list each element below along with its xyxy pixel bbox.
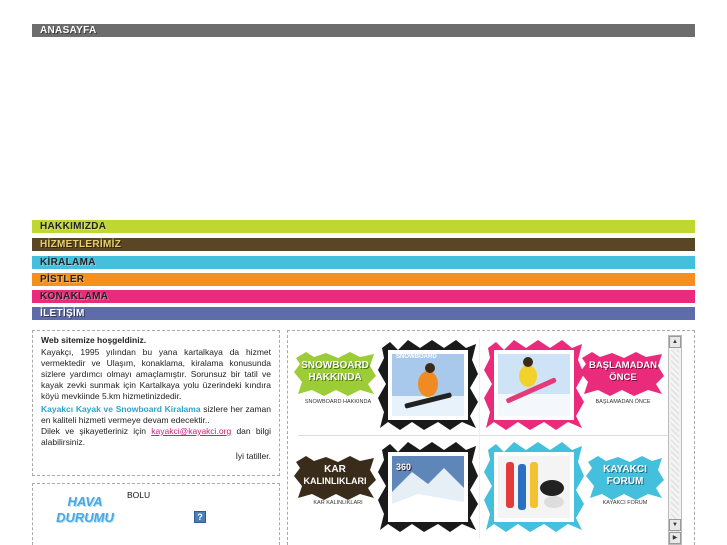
tile-forum-frame bbox=[484, 442, 584, 532]
tile-kar-badge-2: KALINLIKLARI bbox=[303, 476, 367, 486]
nav-kiralama-label: KİRALAMA bbox=[40, 257, 96, 268]
tile-baslamadan-frame bbox=[484, 340, 584, 430]
weather-box: HAVA DURUMU BOLU ? bbox=[32, 483, 280, 545]
weather-city: BOLU bbox=[127, 490, 151, 500]
scroll-up-button[interactable]: ▲ bbox=[669, 336, 681, 348]
tile-kar-caption: KAR KALINLIKLARI bbox=[313, 500, 363, 506]
welcome-paragraph-3: Dilek ve şikayetleriniz için kayakci@kay… bbox=[41, 426, 271, 448]
tile-kar-photo-label: 360 bbox=[396, 462, 412, 472]
tile-baslamadan-badge-1: BAŞLAMADAN bbox=[588, 360, 658, 371]
nav-iletisim-label: İLETİŞİM bbox=[40, 308, 85, 319]
tile-baslamadan-caption: BAŞLAMADAN ÖNCE bbox=[595, 399, 651, 405]
nav-hizmetlerimiz[interactable]: HİZMETLERİMİZ bbox=[32, 238, 695, 251]
welcome-signature: İyi tatiller. bbox=[235, 451, 271, 461]
email-link[interactable]: kayakci@kayakci.org bbox=[151, 426, 231, 436]
nav-konaklama-label: KONAKLAMA bbox=[40, 291, 109, 302]
nav-iletisim[interactable]: İLETİŞİM bbox=[32, 307, 695, 320]
tile-kayakci-forum[interactable]: KAYAKCI FORUM KAYAKCI FORUM bbox=[482, 440, 668, 540]
nav-hakkimizda-label: HAKKIMIZDA bbox=[40, 221, 107, 232]
nav-hakkimizda[interactable]: HAKKIMIZDA bbox=[32, 220, 695, 233]
kiralama-link[interactable]: Kayakcı Kayak ve Snowboard Kiralama bbox=[41, 404, 201, 414]
tile-snowboard-caption: SNOWBOARD HAKKINDA bbox=[304, 399, 372, 405]
tile-baslamadan-once[interactable]: BAŞLAMADAN ÖNCE BAŞLAMADAN ÖNCE bbox=[482, 338, 668, 434]
nav-hizmetlerimiz-label: HİZMETLERİMİZ bbox=[40, 239, 122, 250]
weather-logo-line1: HAVA bbox=[67, 494, 103, 509]
weather-unknown-icon: ? bbox=[194, 511, 206, 523]
tile-snowboard-badge-1: SNOWBOARD bbox=[301, 360, 369, 371]
tile-kar-frame bbox=[378, 442, 478, 532]
tile-kar-kalinliklari[interactable]: 360 KAR KALINLIKLARI KAR KALINLIKLARI bbox=[292, 440, 480, 540]
weather-logo-line2: DURUMU bbox=[56, 510, 114, 525]
weather-logo: HAVA DURUMU bbox=[47, 494, 123, 534]
weather-icon-glyph: ? bbox=[197, 512, 203, 522]
tile-forum-badge-1: KAYAKCI bbox=[603, 464, 647, 475]
nav-pistler[interactable]: PİSTLER bbox=[32, 273, 695, 286]
tile-snowboard-photo-label: SNOWBOARD bbox=[396, 354, 437, 360]
tile-baslamadan-badge-2: ÖNCE bbox=[609, 372, 637, 383]
tile-snowboard-badge-2: HAKKINDA bbox=[308, 372, 362, 383]
nav-konaklama[interactable]: KONAKLAMA bbox=[32, 290, 695, 303]
nav-home-label: ANASAYFA bbox=[40, 25, 97, 36]
scroll-track[interactable] bbox=[671, 350, 679, 532]
scroll-down-button[interactable]: ▼ bbox=[669, 519, 681, 531]
tile-forum-caption: KAYAKCI FORUM bbox=[602, 500, 648, 506]
welcome-title: Web sitemize hoşgeldiniz. bbox=[41, 335, 147, 345]
welcome-paragraph-2: Kayakcı Kayak ve Snowboard Kiralama sizl… bbox=[41, 404, 271, 426]
weather-widget: BOLU ? bbox=[125, 488, 273, 540]
gallery-scrollbar[interactable]: ▲ ▼ ▶ bbox=[668, 335, 682, 545]
welcome-box: Web sitemize hoşgeldiniz. Kayakçı, 1995 … bbox=[32, 330, 280, 476]
tile-snowboard-hakkinda[interactable]: SNOWBOARD SNOWBOARD HAKKINDA SNOWBOARD H… bbox=[292, 338, 480, 434]
welcome-paragraph-1: Kayakçı, 1995 yılından bu yana kartalkay… bbox=[41, 347, 271, 401]
tile-forum-badge-2: FORUM bbox=[606, 476, 644, 487]
nav-kiralama[interactable]: KİRALAMA bbox=[32, 256, 695, 269]
nav-pistler-label: PİSTLER bbox=[40, 274, 85, 285]
welcome-paragraph-3a: Dilek ve şikayetleriniz için bbox=[41, 426, 152, 436]
scroll-right-button[interactable]: ▶ bbox=[669, 532, 681, 544]
nav-home[interactable]: ANASAYFA bbox=[32, 24, 695, 37]
tile-kar-badge-1: KAR bbox=[324, 464, 346, 475]
gallery-divider bbox=[298, 435, 668, 436]
